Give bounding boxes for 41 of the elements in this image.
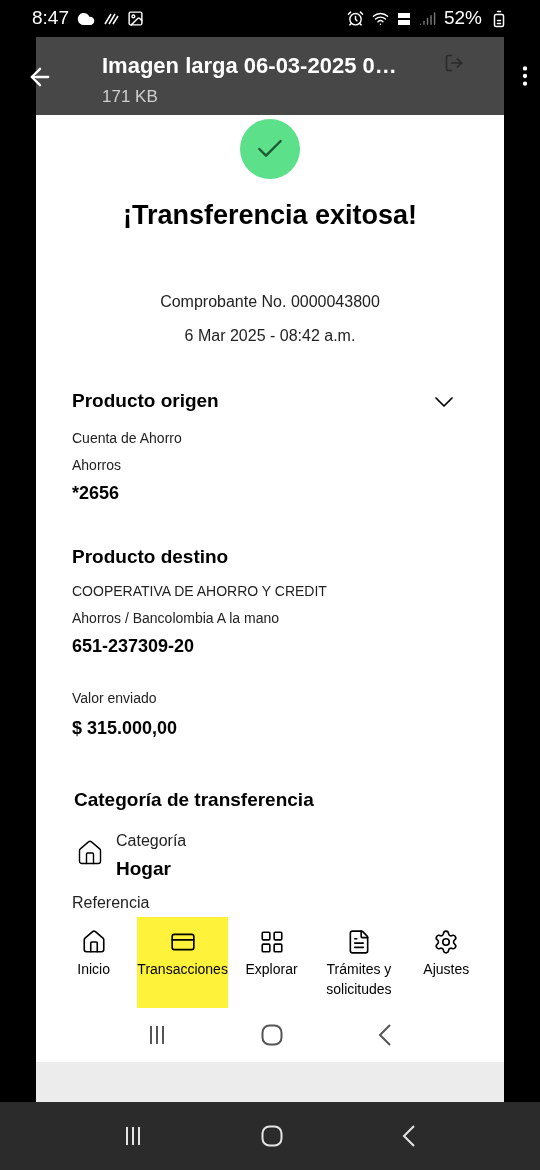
recents-icon[interactable] [147, 1025, 166, 1045]
category-label: Categoría [116, 830, 187, 851]
voucher-number: Comprobante No. 0000043800 [159, 291, 381, 312]
detail-text: Ahorros [72, 455, 123, 475]
house-icon [76, 838, 104, 867]
grid-icon [258, 929, 285, 955]
signal-icon [418, 10, 436, 27]
detail-text: Ahorros / Bancolombia A la mano [72, 609, 280, 628]
gallery-icon [127, 10, 144, 27]
file-size: 171 KB [102, 86, 159, 108]
clock-time: 8:47 [32, 6, 69, 31]
reference-label: Referencia [72, 893, 151, 913]
success-check-icon [240, 119, 300, 179]
home-button-icon[interactable] [261, 1024, 283, 1046]
battery-percent: 52% [443, 6, 482, 31]
section-title: Categoría de transferencia [74, 788, 315, 812]
back-icon[interactable] [378, 1024, 393, 1046]
amount-label: Valor enviado [72, 689, 158, 708]
nav-tab[interactable]: Inicio [50, 917, 138, 1008]
home-icon [80, 929, 107, 955]
transfer-date: 6 Mar 2025 - 08:42 a.m. [183, 325, 357, 346]
category-value: Hogar [116, 856, 172, 881]
nav-tab[interactable]: Ajustes [402, 917, 490, 1008]
amount-value: $ 315.000,00 [72, 717, 179, 740]
detail-text: Cuenta de Ahorro [72, 428, 183, 448]
detail-text: COOPERATIVA DE AHORRO Y CREDIT [72, 582, 328, 601]
settings-icon [433, 929, 460, 955]
alarm-icon [346, 10, 364, 27]
section-title: Producto origen [72, 389, 219, 414]
nav-tab[interactable]: Trámites y solicitudes [315, 917, 403, 1008]
success-heading: ¡Transferencia exitosa! [121, 199, 419, 232]
wifi-icon [371, 10, 389, 27]
recents-icon[interactable] [123, 1126, 142, 1146]
section-title: Producto destino [72, 544, 229, 569]
file-title: Imagen larga 06-03-2025 0… [102, 52, 398, 80]
account-number: 651-237309-20 [72, 635, 196, 658]
nav-tab[interactable]: Explorar [227, 917, 316, 1008]
account-number: *2656 [72, 481, 121, 505]
sync-icon [103, 11, 119, 26]
exit-icon [444, 53, 464, 73]
nav-tab[interactable]: Transacciones [137, 917, 228, 1008]
